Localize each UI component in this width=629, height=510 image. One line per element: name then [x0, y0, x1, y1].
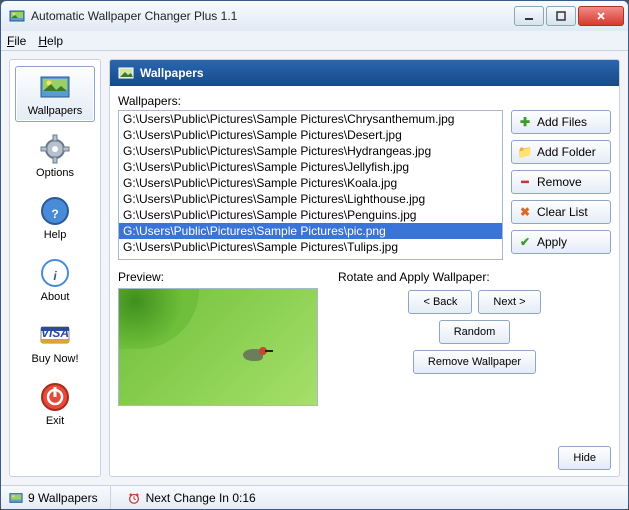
app-icon — [9, 8, 25, 24]
picture-icon — [39, 71, 71, 103]
svg-text:VISA: VISA — [41, 326, 69, 340]
info-icon: i — [39, 257, 71, 289]
status-count: 9 Wallpapers — [28, 491, 98, 505]
sidebar-item-label: Wallpapers — [20, 105, 90, 117]
list-item[interactable]: G:\Users\Public\Pictures\Sample Pictures… — [119, 207, 502, 223]
add-files-button[interactable]: ✚Add Files — [511, 110, 611, 134]
cross-icon: ✖ — [518, 205, 532, 219]
minus-icon: ━ — [518, 175, 532, 189]
panel-header: Wallpapers — [110, 60, 619, 86]
check-icon: ✔ — [518, 235, 532, 249]
rotate-label: Rotate and Apply Wallpaper: — [338, 270, 611, 284]
question-icon: ? — [39, 195, 71, 227]
statusbar: 9 Wallpapers Next Change In 0:16 — [1, 485, 628, 509]
remove-wallpaper-button[interactable]: Remove Wallpaper — [413, 350, 536, 374]
titlebar[interactable]: Automatic Wallpaper Changer Plus 1.1 — [1, 1, 628, 31]
sidebar: Wallpapers Options? Help i About VISA Buy Now!… — [9, 59, 101, 477]
application-window: Automatic Wallpaper Changer Plus 1.1 Fil… — [0, 0, 629, 510]
file-list[interactable]: G:\Users\Public\Pictures\Sample Pictures… — [118, 110, 503, 260]
list-item[interactable]: G:\Users\Public\Pictures\Sample Pictures… — [119, 223, 502, 239]
apply-button[interactable]: ✔Apply — [511, 230, 611, 254]
picture-icon — [9, 491, 23, 505]
sidebar-item-help[interactable]: ? Help — [15, 190, 95, 246]
menu-file[interactable]: File — [7, 34, 26, 48]
clear-list-button[interactable]: ✖Clear List — [511, 200, 611, 224]
sidebar-item-label: Help — [20, 229, 90, 241]
back-button[interactable]: < Back — [408, 290, 472, 314]
list-item[interactable]: G:\Users\Public\Pictures\Sample Pictures… — [119, 127, 502, 143]
status-next-change: Next Change In 0:16 — [146, 491, 256, 505]
panel-body: Wallpapers: G:\Users\Public\Pictures\Sam… — [110, 86, 619, 444]
random-button[interactable]: Random — [439, 320, 511, 344]
list-item[interactable]: G:\Users\Public\Pictures\Sample Pictures… — [119, 111, 502, 127]
folder-icon: 📁 — [518, 145, 532, 159]
window-title: Automatic Wallpaper Changer Plus 1.1 — [31, 9, 514, 23]
hide-button[interactable]: Hide — [558, 446, 611, 470]
sidebar-item-options[interactable]: Options — [15, 128, 95, 184]
lower-area: Preview: Rotate and Apply Wallpaper: < B… — [118, 270, 611, 406]
sidebar-item-about[interactable]: i About — [15, 252, 95, 308]
close-button[interactable] — [578, 6, 624, 26]
sidebar-item-wallpapers[interactable]: Wallpapers — [15, 66, 95, 122]
list-item[interactable]: G:\Users\Public\Pictures\Sample Pictures… — [119, 143, 502, 159]
clock-icon — [127, 491, 141, 505]
visa-icon: VISA — [39, 319, 71, 351]
svg-text:?: ? — [51, 207, 58, 221]
list-item[interactable]: G:\Users\Public\Pictures\Sample Pictures… — [119, 239, 502, 255]
panel-title: Wallpapers — [140, 66, 204, 80]
window-controls — [514, 6, 624, 26]
list-item[interactable]: G:\Users\Public\Pictures\Sample Pictures… — [119, 159, 502, 175]
gear-icon — [39, 133, 71, 165]
minimize-button[interactable] — [514, 6, 544, 26]
menubar: File Help — [1, 31, 628, 51]
action-buttons: ✚Add Files 📁Add Folder ━Remove ✖Clear Li… — [511, 94, 611, 260]
sidebar-item-label: Buy Now! — [20, 353, 90, 365]
menu-help[interactable]: Help — [38, 34, 63, 48]
client-area: Wallpapers Options? Help i About VISA Buy Now!… — [1, 51, 628, 485]
list-item[interactable]: G:\Users\Public\Pictures\Sample Pictures… — [119, 191, 502, 207]
list-area: Wallpapers: G:\Users\Public\Pictures\Sam… — [118, 94, 611, 260]
remove-button[interactable]: ━Remove — [511, 170, 611, 194]
power-icon — [39, 381, 71, 413]
next-button[interactable]: Next > — [478, 290, 540, 314]
sidebar-item-label: About — [20, 291, 90, 303]
preview-image — [118, 288, 318, 406]
plus-icon: ✚ — [518, 115, 532, 129]
maximize-button[interactable] — [546, 6, 576, 26]
list-item[interactable]: G:\Users\Public\Pictures\Sample Pictures… — [119, 175, 502, 191]
sidebar-item-buynow[interactable]: VISA Buy Now! — [15, 314, 95, 370]
picture-icon — [118, 65, 134, 81]
sidebar-item-label: Options — [20, 167, 90, 179]
add-folder-button[interactable]: 📁Add Folder — [511, 140, 611, 164]
sidebar-item-exit[interactable]: Exit — [15, 376, 95, 432]
preview-label: Preview: — [118, 270, 328, 284]
list-label: Wallpapers: — [118, 94, 503, 108]
sidebar-item-label: Exit — [20, 415, 90, 427]
main-panel: Wallpapers Wallpapers: G:\Users\Public\P… — [109, 59, 620, 477]
